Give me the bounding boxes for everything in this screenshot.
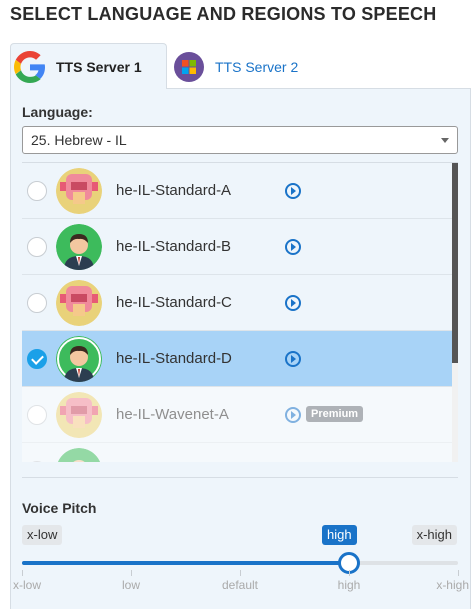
pitch-tick [349, 570, 350, 576]
voice-name: he-IL-Standard-C [116, 294, 232, 311]
voice-list-scrollbar[interactable] [452, 163, 458, 462]
play-icon[interactable] [285, 183, 301, 199]
voice-radio[interactable] [27, 293, 47, 313]
voice-radio [27, 405, 47, 425]
language-selected-value: 25. Hebrew - IL [31, 132, 127, 148]
pitch-tick [458, 570, 459, 576]
voice-row [22, 443, 452, 462]
voice-radio[interactable] [27, 349, 47, 369]
pitch-tick-label: high [337, 578, 361, 592]
pitch-tick-label: x-low [13, 578, 42, 592]
voice-radio[interactable] [27, 237, 47, 257]
female-avatar-icon [56, 392, 102, 438]
male-avatar-icon [56, 448, 102, 462]
pitch-tick [22, 570, 23, 576]
chevron-down-icon [441, 138, 449, 143]
male-avatar-icon [56, 336, 102, 382]
female-avatar-icon [56, 168, 102, 214]
pitch-tick-label: default [221, 578, 259, 592]
pitch-tick [240, 570, 241, 576]
pitch-tick [131, 570, 132, 576]
play-icon[interactable] [285, 351, 301, 367]
server-1-panel: Language: 25. Hebrew - IL he-IL-Standard… [10, 88, 471, 609]
language-select[interactable]: 25. Hebrew - IL [22, 126, 458, 154]
voice-row[interactable]: he-IL-Standard-C [22, 275, 452, 331]
voice-name: he-IL-Standard-B [116, 238, 232, 255]
google-logo-icon [13, 50, 47, 84]
scrollbar-thumb[interactable] [452, 163, 458, 363]
voice-row: he-IL-Wavenet-A Premium [22, 387, 452, 443]
pitch-max-label: x-high [411, 525, 457, 545]
pitch-tick-label: x-high [436, 578, 469, 592]
page-title: SELECT LANGUAGE AND REGIONS TO SPEECH [10, 4, 437, 24]
server-tabs: TTS Server 1 TTS Server 2 [10, 43, 471, 89]
premium-badge: Premium [306, 406, 364, 422]
male-avatar-icon [56, 224, 102, 270]
pitch-current-label: high [322, 525, 357, 545]
tab-label: TTS Server 2 [215, 58, 299, 75]
voice-row[interactable]: he-IL-Standard-A [22, 163, 452, 219]
voice-radio [27, 461, 47, 462]
section-divider [22, 477, 458, 478]
pitch-slider-fill [22, 561, 349, 565]
pitch-min-label: x-low [22, 525, 63, 545]
pitch-ticks [22, 570, 459, 578]
female-avatar-icon [56, 280, 102, 326]
play-icon[interactable] [285, 295, 301, 311]
tab-tts-server-1[interactable]: TTS Server 1 [10, 43, 167, 89]
voice-name: he-IL-Standard-A [116, 182, 232, 199]
voice-radio[interactable] [27, 181, 47, 201]
voice-name: he-IL-Wavenet-A [116, 406, 229, 423]
tab-tts-server-2[interactable]: TTS Server 2 [169, 43, 319, 89]
tab-label: TTS Server 1 [56, 58, 142, 75]
voice-pitch-label: Voice Pitch [22, 500, 97, 516]
play-icon[interactable] [285, 407, 301, 423]
pitch-tick-label: low [121, 578, 140, 592]
language-label: Language: [22, 104, 93, 120]
voice-list[interactable]: he-IL-Standard-A he-IL-Standard-B he-IL-… [22, 162, 458, 462]
pitch-slider[interactable] [22, 552, 458, 574]
voice-row[interactable]: he-IL-Standard-D [22, 331, 452, 387]
voice-name: he-IL-Standard-D [116, 350, 232, 367]
windows-logo-icon [172, 50, 206, 84]
voice-row[interactable]: he-IL-Standard-B [22, 219, 452, 275]
play-icon[interactable] [285, 239, 301, 255]
